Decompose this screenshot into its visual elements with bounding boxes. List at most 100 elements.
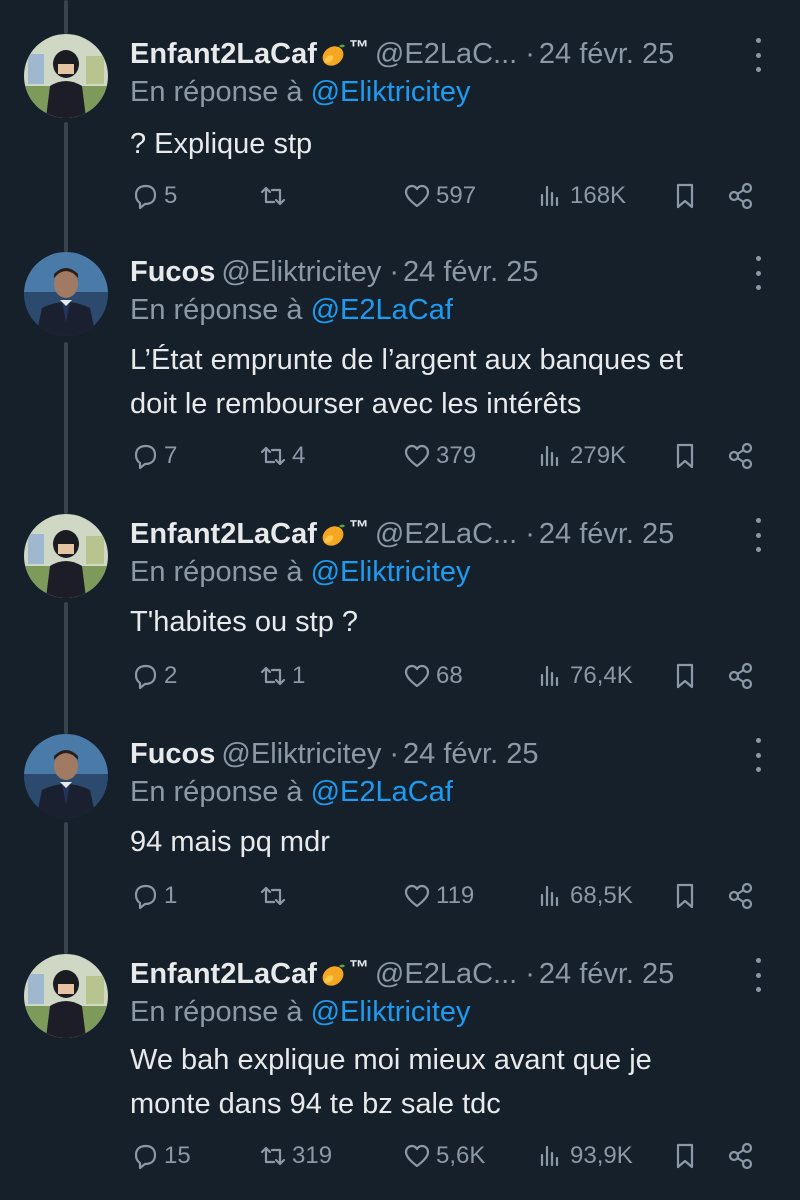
tweet-date[interactable]: 24 févr. 25 [539, 518, 674, 551]
tweet-date[interactable]: 24 févr. 25 [403, 738, 538, 771]
mango-icon [322, 524, 345, 546]
heart-icon [404, 1144, 430, 1168]
more-options-icon[interactable] [746, 518, 770, 552]
reply-to-link[interactable]: @Eliktricitey [311, 996, 471, 1028]
author-name[interactable]: Enfant2LaCaf [130, 958, 317, 991]
author-name[interactable]: Fucos [130, 738, 215, 771]
trademark: ™ [348, 956, 369, 979]
reply-button[interactable]: 15 [130, 1136, 191, 1176]
more-options-icon[interactable] [746, 958, 770, 992]
tweet-header: Enfant2LaCaf ™ @E2LaC... · 24 févr. 25 [130, 954, 674, 994]
author-handle[interactable]: @E2LaC... [375, 38, 517, 71]
reply-count: 7 [164, 442, 178, 469]
analytics-icon [540, 665, 559, 687]
retweet-icon [260, 446, 286, 466]
share-button[interactable] [726, 436, 760, 476]
author-handle[interactable]: @Eliktricitey [221, 738, 381, 771]
views-button[interactable]: 76,4K [536, 656, 633, 696]
reply-button[interactable]: 2 [130, 656, 177, 696]
like-count: 68 [436, 662, 463, 689]
retweet-button[interactable] [258, 876, 292, 916]
share-button[interactable] [726, 876, 760, 916]
reply-icon [134, 184, 157, 210]
reply-to-link[interactable]: @Eliktricitey [311, 556, 471, 588]
reply-context: En réponse à @E2LaCaf [130, 776, 453, 809]
tweet-header: Fucos @Eliktricitey · 24 févr. 25 [130, 734, 538, 774]
author-name[interactable]: Enfant2LaCaf [130, 38, 317, 71]
more-options-icon[interactable] [746, 738, 770, 772]
share-button[interactable] [726, 656, 760, 696]
avatar-fucos[interactable] [24, 252, 108, 336]
avatar-enfant2lacaf[interactable] [24, 514, 108, 598]
retweet-button[interactable]: 319 [258, 1136, 332, 1176]
views-button[interactable]: 68,5K [536, 876, 633, 916]
avatar-enfant2lacaf[interactable] [24, 34, 108, 118]
author-handle[interactable]: @Eliktricitey [221, 256, 381, 289]
avatar-fucos[interactable] [24, 734, 108, 818]
bookmark-button[interactable] [670, 656, 704, 696]
trademark: ™ [348, 36, 369, 59]
share-button[interactable] [726, 1136, 760, 1176]
reply-button[interactable]: 1 [130, 876, 177, 916]
views-button[interactable]: 168K [536, 176, 626, 216]
like-button[interactable]: 597 [402, 176, 476, 216]
bookmark-button[interactable] [670, 436, 704, 476]
reply-button[interactable]: 5 [130, 176, 177, 216]
analytics-icon [540, 1145, 559, 1167]
reply-prefix: En réponse à [130, 294, 303, 326]
reply-to-link[interactable]: @Eliktricitey [311, 76, 471, 108]
share-button[interactable] [726, 176, 760, 216]
like-button[interactable]: 5,6K [402, 1136, 485, 1176]
retweet-icon [260, 666, 286, 686]
bookmark-button[interactable] [670, 876, 704, 916]
reply-context: En réponse à @E2LaCaf [130, 294, 453, 327]
author-name[interactable]: Enfant2LaCaf [130, 518, 317, 551]
author-handle[interactable]: @E2LaC... [375, 518, 517, 551]
tweet-text-line: L’État emprunte de l’argent aux banques … [130, 344, 683, 376]
reply-icon [134, 444, 157, 470]
more-options-icon[interactable] [746, 256, 770, 290]
like-button[interactable]: 119 [402, 876, 474, 916]
tweet-header: Fucos @Eliktricitey · 24 févr. 25 [130, 252, 538, 292]
bookmark-icon [676, 183, 694, 209]
reply-context: En réponse à @Eliktricitey [130, 556, 471, 589]
author-handle[interactable]: @E2LaC... [375, 958, 517, 991]
like-count: 597 [436, 182, 477, 209]
separator: · [389, 255, 400, 288]
retweet-button[interactable] [258, 176, 292, 216]
retweet-icon [260, 886, 286, 906]
tweet-date[interactable]: 24 févr. 25 [539, 38, 674, 71]
reply-button[interactable]: 7 [130, 436, 177, 476]
like-button[interactable]: 68 [402, 656, 463, 696]
analytics-icon [540, 445, 559, 467]
reply-to-link[interactable]: @E2LaCaf [311, 294, 453, 326]
views-button[interactable]: 93,9K [536, 1136, 633, 1176]
views-button[interactable]: 279K [536, 436, 626, 476]
tweet-text-line: We bah explique moi mieux avant que je [130, 1044, 652, 1076]
analytics-icon [540, 185, 559, 207]
views-count: 68,5K [570, 882, 633, 909]
retweet-button[interactable]: 4 [258, 436, 305, 476]
reply-to-link[interactable]: @E2LaCaf [311, 776, 453, 808]
heart-icon [404, 184, 430, 208]
more-options-icon[interactable] [746, 38, 770, 72]
reply-icon [134, 1144, 157, 1170]
mango-icon [322, 44, 345, 66]
trademark: ™ [348, 516, 369, 539]
tweet-text: We bah explique moi mieux avant que je m… [130, 1038, 770, 1126]
like-button[interactable]: 379 [402, 436, 476, 476]
views-count: 76,4K [570, 662, 633, 689]
bookmark-button[interactable] [670, 1136, 704, 1176]
avatar-enfant2lacaf[interactable] [24, 954, 108, 1038]
retweet-button[interactable]: 1 [258, 656, 305, 696]
reply-prefix: En réponse à [130, 76, 303, 108]
mango-icon [322, 964, 345, 986]
tweet-date[interactable]: 24 févr. 25 [539, 958, 674, 991]
tweet-date[interactable]: 24 févr. 25 [403, 256, 538, 289]
author-name[interactable]: Fucos [130, 256, 215, 289]
reply-count: 5 [164, 182, 178, 209]
tweet-actions: 5 597 168K [0, 176, 800, 216]
bookmark-icon [676, 663, 694, 689]
bookmark-button[interactable] [670, 176, 704, 216]
views-count: 168K [570, 182, 627, 209]
